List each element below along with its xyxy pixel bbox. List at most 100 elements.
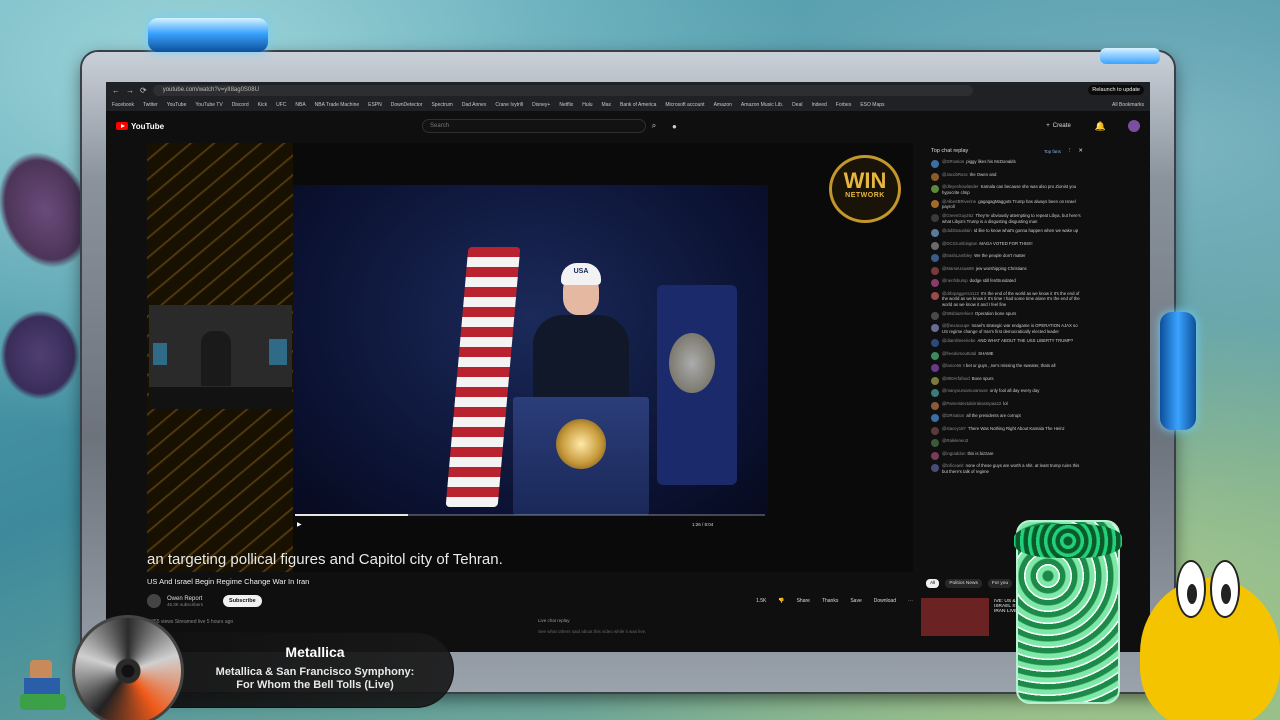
chat-avatar[interactable] (931, 364, 939, 373)
bookmark[interactable]: Facebook (112, 102, 134, 108)
chat-author[interactable]: @dobbsauslain (942, 228, 972, 233)
chat-author[interactable]: @DRnation (942, 413, 964, 418)
chat-author[interactable]: @JacobRoss (942, 172, 968, 177)
tab-for-you[interactable]: For you (987, 579, 1013, 588)
bookmark[interactable]: Crane Ivytrill (495, 102, 523, 108)
chat-avatar[interactable] (931, 324, 939, 333)
bookmark[interactable]: YouTube (167, 102, 187, 108)
bookmark[interactable]: Twitter (143, 102, 158, 108)
chat-author[interactable]: @nenfsbump (942, 278, 968, 283)
back-icon[interactable]: ← (112, 86, 120, 95)
chat-author[interactable]: @90sblazerkie4 (942, 311, 973, 316)
chat-avatar[interactable] (931, 414, 939, 423)
related-video-thumbnail[interactable] (921, 598, 989, 636)
bookmark[interactable]: Hulu (582, 102, 592, 108)
address-bar[interactable]: youtube.com/watch?v=yII8ag0S08U (152, 84, 973, 96)
chat-avatar[interactable] (931, 376, 939, 385)
bookmark[interactable]: Bank of America (620, 102, 656, 108)
download-button[interactable]: Download (874, 598, 896, 604)
top-fans-label[interactable]: Top fans (1044, 149, 1061, 154)
bookmark[interactable]: Dad Annex (462, 102, 486, 108)
chat-author[interactable]: @ingraddon (942, 451, 965, 456)
chat-author[interactable]: @DCGrumbington (942, 241, 977, 246)
video-player[interactable]: USA WIN NETWORK ▶ 1:26 / 8:04 an targeti… (147, 143, 913, 572)
reload-icon[interactable]: ⟳ (140, 86, 147, 95)
bookmark[interactable]: Microsoft account (665, 102, 704, 108)
bookmark[interactable]: NBA Trade Machine (315, 102, 359, 108)
bookmark[interactable]: ESO Maps (860, 102, 884, 108)
chat-avatar[interactable] (931, 389, 939, 398)
share-button[interactable]: Share (797, 598, 810, 604)
chat-avatar[interactable] (931, 351, 939, 360)
chat-avatar[interactable] (931, 241, 939, 250)
dislike-icon[interactable]: 👎 (778, 598, 784, 604)
close-icon[interactable]: ✕ (1078, 148, 1083, 154)
progress-bar[interactable] (295, 514, 765, 516)
thanks-button[interactable]: Thanks (822, 598, 838, 604)
all-bookmarks[interactable]: All Bookmarks (1112, 102, 1144, 108)
chat-avatar[interactable] (931, 254, 939, 263)
play-icon[interactable]: ▶ (297, 521, 302, 528)
chat-avatar[interactable] (931, 160, 939, 168)
bookmark[interactable]: Netflix (559, 102, 573, 108)
chat-author[interactable]: @DRnation (942, 159, 964, 164)
bookmark[interactable]: Disney+ (532, 102, 550, 108)
bookmark[interactable]: Max (602, 102, 611, 108)
chat-author[interactable]: @stacey187 (942, 426, 966, 431)
chat-author[interactable]: @fjhexacoupe (942, 323, 970, 328)
subscribe-button[interactable]: Subscribe (223, 595, 262, 607)
search-icon[interactable]: ⌕ (646, 119, 662, 133)
bookmark[interactable]: Forbes (836, 102, 852, 108)
chat-avatar[interactable] (931, 279, 939, 288)
account-avatar[interactable] (1128, 120, 1140, 132)
chat-author[interactable]: @trashLambley (942, 253, 972, 258)
chat-avatar[interactable] (931, 214, 939, 223)
chat-author[interactable]: @MarseUsaw99 (942, 266, 974, 271)
chat-avatar[interactable] (931, 172, 939, 181)
chat-avatar[interactable] (931, 464, 939, 473)
microphone-icon[interactable]: ● (672, 122, 677, 131)
chat-avatar[interactable] (931, 229, 939, 238)
like-button[interactable]: 1.5K (756, 598, 766, 604)
more-icon[interactable]: ⋯ (908, 598, 913, 604)
chat-author[interactable]: @Pameridectabirrakasmpaa22 (942, 401, 1001, 406)
channel-avatar[interactable] (147, 594, 161, 608)
chat-avatar[interactable] (931, 339, 939, 348)
relaunch-button[interactable]: Relaunch to update (1088, 85, 1144, 95)
chat-author[interactable]: @Raleleneo3 (942, 438, 968, 443)
bookmark[interactable]: Kick (258, 102, 267, 108)
bookmark[interactable]: ESPN (368, 102, 382, 108)
chat-author[interactable]: @freedomouttotal (942, 351, 976, 356)
chat-author[interactable]: @diamlimeeriebe (942, 338, 976, 343)
chat-author[interactable]: @drbrpaggers4122 (942, 291, 979, 296)
chat-avatar[interactable] (931, 451, 939, 460)
tab-politics-news[interactable]: Politics News (945, 579, 982, 588)
youtube-logo[interactable]: YouTube (116, 122, 164, 131)
save-button[interactable]: Save (850, 598, 861, 604)
chat-author[interactable]: @dleyeshowlander (942, 184, 979, 189)
chat-avatar[interactable] (931, 199, 939, 208)
bookmark[interactable]: Discord (232, 102, 249, 108)
chat-avatar[interactable] (931, 185, 939, 193)
chat-avatar[interactable] (931, 291, 939, 300)
forward-icon[interactable]: → (126, 86, 134, 95)
bookmark[interactable]: Deal (792, 102, 802, 108)
chat-mode-dropdown[interactable]: Top chat replay (931, 148, 968, 154)
bookmark[interactable]: DownDetector (391, 102, 423, 108)
chat-avatar[interactable] (931, 266, 939, 275)
chat-avatar[interactable] (931, 401, 939, 410)
bookmark[interactable]: Indeed (811, 102, 826, 108)
bookmark[interactable]: Spectrum (431, 102, 452, 108)
bookmark[interactable]: Amazon (714, 102, 732, 108)
chat-author[interactable]: @AlbertBRiverine (942, 199, 976, 204)
chat-avatar[interactable] (931, 439, 939, 448)
chat-author[interactable]: @GreenGuy262 (942, 213, 973, 218)
chat-avatar[interactable] (931, 426, 939, 435)
chat-author[interactable]: @toficeanit (942, 463, 964, 468)
chat-avatar[interactable] (931, 311, 939, 320)
notifications-bell-icon[interactable]: 🔔 (1095, 121, 1106, 132)
chat-more-icon[interactable]: ⋮ (1067, 148, 1073, 154)
chat-author[interactable]: @lance66 (942, 363, 961, 368)
create-button[interactable]: + Create (1046, 123, 1071, 129)
bookmark[interactable]: UFC (276, 102, 286, 108)
